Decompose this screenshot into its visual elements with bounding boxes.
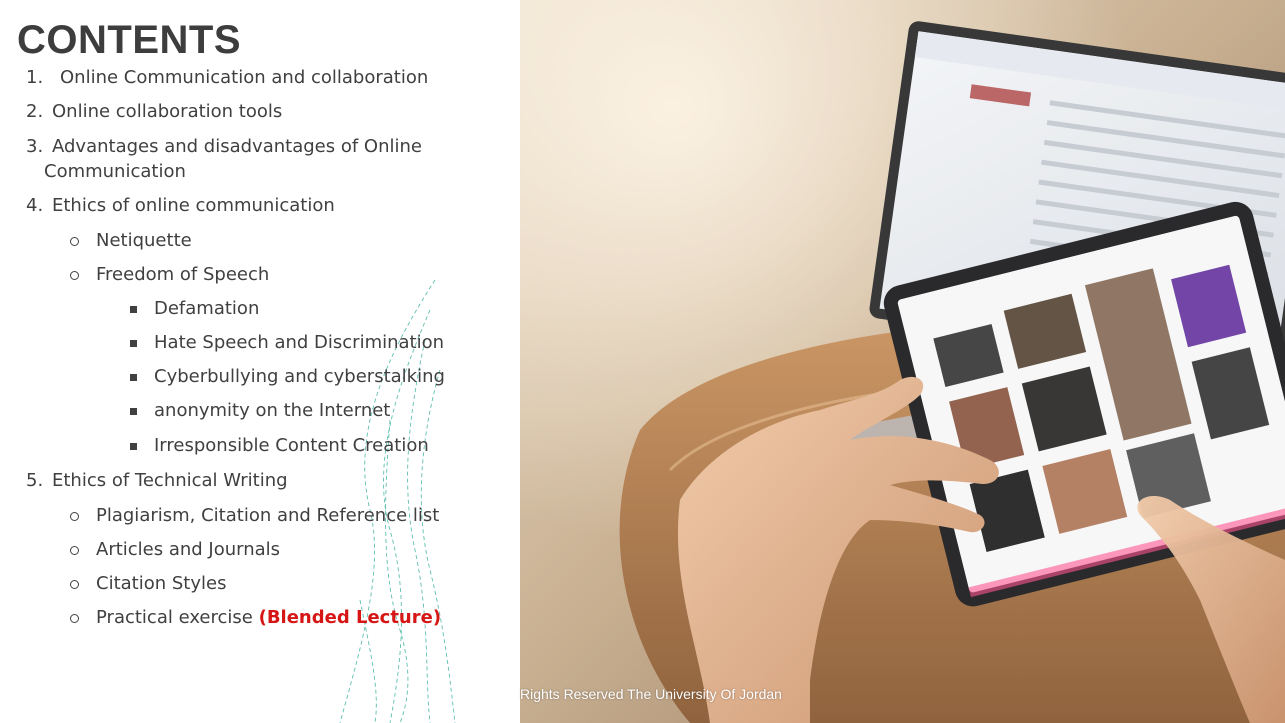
list-number: 1.	[26, 67, 44, 88]
square-bullet-icon	[130, 340, 137, 347]
list-number: 3.	[26, 136, 44, 157]
list-item-text: Netiquette	[96, 230, 192, 251]
list-item-text: Ethics of Technical Writing	[52, 470, 288, 491]
square-bullet-icon	[130, 408, 137, 415]
list-item-text: Plagiarism, Citation and Reference list	[96, 505, 440, 526]
list-item-text: Practical exercise (Blended Lecture)	[96, 606, 441, 630]
list-number: 4.	[26, 195, 44, 216]
slide: CONTENTS 1. Online Communication and col…	[0, 0, 1285, 723]
list-item-text: Articles and Journals	[96, 539, 281, 560]
circle-bullet-icon	[70, 546, 79, 555]
list-item-text: Online collaboration tools	[52, 101, 283, 122]
list-item-text: Irresponsible Content Creation	[154, 435, 429, 456]
list-number: 5.	[26, 470, 44, 491]
contents-panel: CONTENTS 1. Online Communication and col…	[0, 0, 520, 723]
circle-bullet-icon	[70, 512, 79, 521]
photo-illustration	[520, 0, 1285, 723]
circle-bullet-icon	[70, 271, 79, 280]
list-item-text: Communication	[44, 161, 186, 182]
page-title: CONTENTS	[17, 18, 241, 62]
list-item-text: Freedom of Speech	[96, 264, 270, 285]
list-item-main-text: Practical exercise	[96, 607, 253, 628]
list-number: 2.	[26, 101, 44, 122]
tablet-photo	[520, 0, 1285, 723]
square-bullet-icon	[130, 374, 137, 381]
square-bullet-icon	[130, 306, 137, 313]
list-item-text: Advantages and disadvantages of Online	[52, 136, 422, 157]
list-item-text: Citation Styles	[96, 573, 227, 594]
circle-bullet-icon	[70, 614, 79, 623]
list-item-text: anonymity on the Internet	[154, 400, 391, 421]
circle-bullet-icon	[70, 237, 79, 246]
square-bullet-icon	[130, 443, 137, 450]
list-item-text: Hate Speech and Discrimination	[154, 332, 445, 353]
list-item-text: Ethics of online communication	[52, 195, 335, 216]
blended-lecture-highlight: (Blended Lecture)	[258, 607, 442, 628]
list-item-text: Defamation	[154, 298, 260, 319]
copyright-text: Rights Reserved The University Of Jordan	[520, 686, 782, 702]
circle-bullet-icon	[70, 580, 79, 589]
list-item-text: Online Communication and collaboration	[60, 67, 429, 88]
list-item-text: Cyberbullying and cyberstalking	[154, 366, 445, 387]
